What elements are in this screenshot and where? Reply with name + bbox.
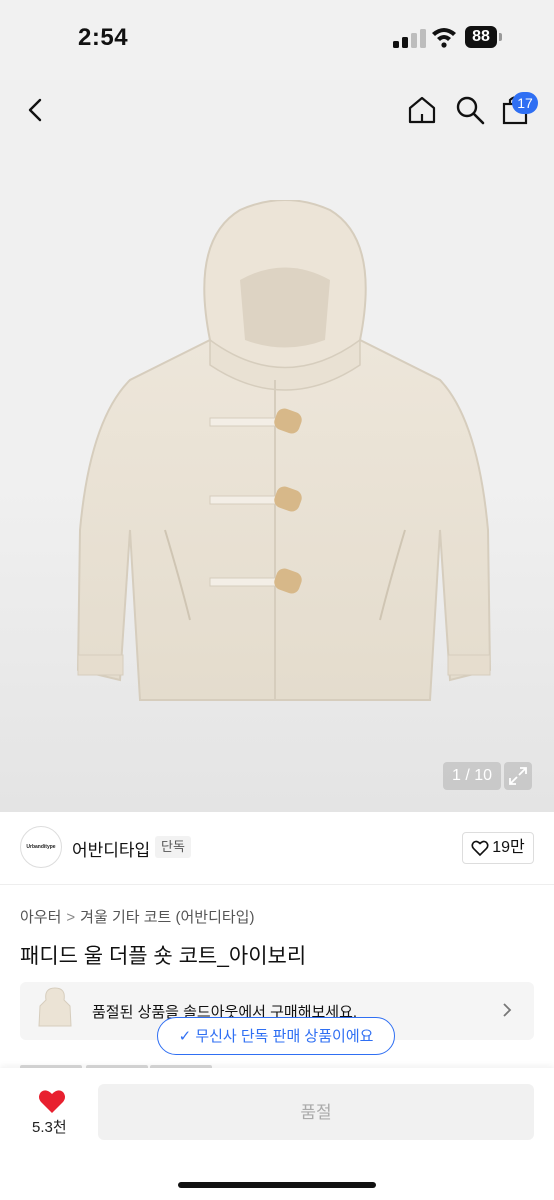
brand-like-button[interactable]: 19만 [462,832,534,864]
heart-outline-icon [471,840,489,856]
brand-logo[interactable]: Urbanditype [20,826,62,868]
battery-level: 88 [465,26,497,48]
chevron-right-icon: > [66,909,76,926]
product-title: 패디드 울 더플 숏 코트_아이보리 [20,945,307,968]
exclusive-sale-text: 무신사 단독 판매 상품이에요 [195,1028,374,1045]
gallery-pager: 1 / 10 [443,762,501,790]
cart-count-badge: 17 [512,92,538,114]
battery-icon: 88 [465,26,503,48]
status-time: 2:54 [78,24,129,51]
brand-like-count: 19만 [492,839,525,856]
wish-count: 5.3천 [32,1119,67,1136]
product-coat-image [76,200,492,701]
heart-filled-icon[interactable] [38,1088,66,1114]
brand-name[interactable]: 어반디타입 [72,836,150,861]
exclusive-sale-pill: ✓ 무신사 단독 판매 상품이에요 [157,1017,395,1055]
breadcrumb-subcategory[interactable]: 겨울 기타 코트 (어반디타입) [80,909,254,926]
chevron-right-icon [503,1003,512,1017]
expand-icon[interactable] [504,762,532,790]
search-icon[interactable] [454,94,486,126]
home-indicator [178,1182,376,1188]
soldout-buy-button[interactable]: 품절 [98,1084,534,1140]
back-arrow-icon[interactable] [22,96,50,124]
breadcrumb-category[interactable]: 아우터 [20,909,61,926]
cellular-signal-icon [393,29,426,48]
soldout-thumbnail [38,987,72,1027]
home-icon[interactable] [406,94,438,126]
exclusive-tag: 단독 [155,836,191,858]
wifi-icon [432,28,456,48]
checkmark-icon: ✓ [178,1028,196,1045]
status-bar: 2:54 88 [0,0,554,80]
breadcrumb: 아우터 > 겨울 기타 코트 (어반디타입) [20,906,254,927]
